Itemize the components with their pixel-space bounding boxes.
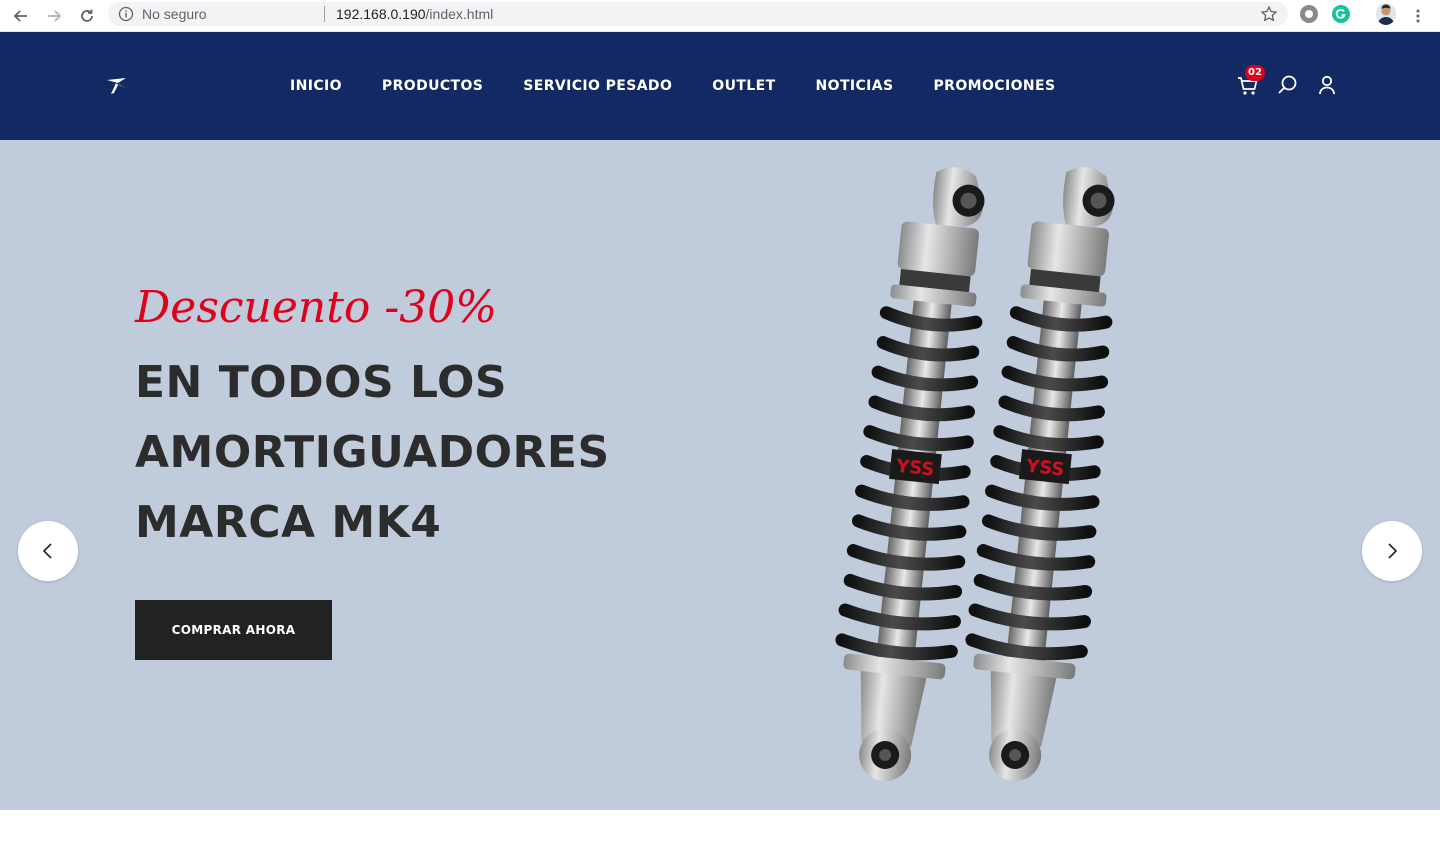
logo[interactable]	[104, 77, 128, 95]
chevron-left-icon	[42, 543, 52, 559]
back-icon[interactable]	[9, 4, 33, 28]
nav-outlet[interactable]: OUTLET	[712, 77, 775, 95]
shock-brand-mark-2: YSS	[1024, 456, 1065, 481]
chevron-right-icon	[1388, 543, 1398, 559]
grammarly-icon[interactable]	[1332, 5, 1350, 23]
bookmark-star-icon[interactable]	[1260, 5, 1278, 23]
omnibox-divider	[324, 6, 325, 22]
headline-line-3: MARCA MK4	[135, 497, 442, 548]
forward-icon[interactable]	[42, 4, 66, 28]
url-text[interactable]: 192.168.0.190/index.html	[336, 6, 493, 22]
security-label: No seguro	[142, 6, 207, 22]
shock-brand-mark-1: YSS	[894, 456, 935, 481]
hero-slider: Descuento -30% EN TODOS LOS AMORTIGUADOR…	[0, 140, 1440, 810]
url-path: /index.html	[425, 6, 494, 22]
profile-avatar[interactable]	[1376, 3, 1396, 25]
nav-productos[interactable]: PRODUCTOS	[382, 77, 483, 95]
extension-icon[interactable]	[1300, 5, 1318, 23]
main-nav: INICIO PRODUCTOS SERVICIO PESADO OUTLET …	[290, 77, 1055, 95]
menu-dots-icon[interactable]	[1406, 4, 1430, 28]
cart-count-badge: 02	[1245, 65, 1265, 81]
buy-now-button[interactable]: COMPRAR AHORA	[135, 600, 332, 660]
hero-headline: EN TODOS LOS AMORTIGUADORES MARCA MK4	[135, 348, 610, 558]
nav-noticias[interactable]: NOTICIAS	[816, 77, 894, 95]
reload-icon[interactable]	[75, 4, 99, 28]
info-icon[interactable]	[118, 6, 134, 22]
headline-line-2: AMORTIGUADORES	[135, 427, 610, 478]
shock-absorbers-image: YSS YSS	[835, 167, 1115, 782]
slider-prev-button[interactable]	[18, 521, 78, 581]
browser-toolbar: No seguro 192.168.0.190/index.html	[0, 0, 1440, 32]
user-icon[interactable]	[1316, 74, 1338, 96]
search-icon[interactable]	[1277, 74, 1299, 96]
url-host: 192.168.0.190	[336, 6, 426, 22]
nav-inicio[interactable]: INICIO	[290, 77, 342, 95]
address-bar[interactable]: No seguro 192.168.0.190/index.html	[108, 2, 1288, 26]
slider-next-button[interactable]	[1362, 521, 1422, 581]
nav-promociones[interactable]: PROMOCIONES	[934, 77, 1056, 95]
promo-discount-text: Descuento -30%	[135, 282, 498, 333]
headline-line-1: EN TODOS LOS	[135, 357, 508, 408]
nav-servicio-pesado[interactable]: SERVICIO PESADO	[523, 77, 672, 95]
